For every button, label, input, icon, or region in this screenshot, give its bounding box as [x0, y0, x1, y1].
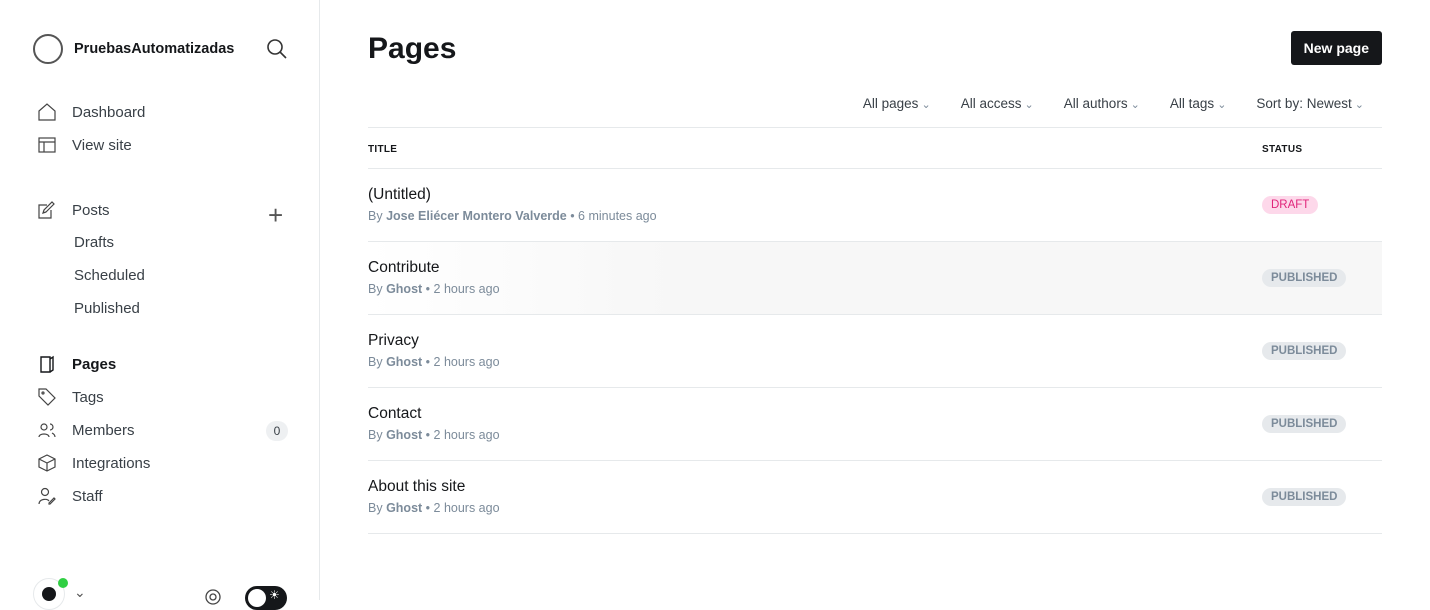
column-title: TITLE: [368, 144, 398, 155]
nav-label: Staff: [72, 487, 103, 505]
page-title-text[interactable]: Privacy: [368, 332, 419, 350]
table-row[interactable]: About this site By Ghost • 2 hours ago P…: [368, 461, 1382, 534]
site-logo-icon: [33, 34, 63, 64]
status-badge: DRAFT: [1262, 196, 1319, 214]
status-badge: PUBLISHED: [1262, 415, 1347, 433]
page-title-text[interactable]: About this site: [368, 478, 465, 496]
nav-label: View site: [72, 136, 132, 154]
page-icon: [40, 355, 54, 373]
timestamp: • 2 hours ago: [425, 501, 500, 515]
nav-tags[interactable]: Tags: [38, 388, 104, 406]
by-label: By: [368, 355, 383, 369]
nav-dashboard[interactable]: Dashboard: [38, 103, 145, 121]
new-page-button[interactable]: New page: [1290, 31, 1382, 65]
nav-label: Posts: [72, 201, 110, 219]
table-row[interactable]: Contribute By Ghost • 2 hours ago PUBLIS…: [368, 242, 1382, 315]
table-header: TITLE STATUS: [368, 127, 1382, 169]
table-row[interactable]: Privacy By Ghost • 2 hours ago PUBLISHED: [368, 315, 1382, 388]
author-name: Jose Eliécer Montero Valverde: [386, 209, 567, 223]
nav-label: Dashboard: [72, 103, 146, 121]
nav-label: Members: [72, 421, 135, 439]
page-meta: By Ghost • 2 hours ago: [368, 282, 500, 296]
gear-icon[interactable]: [202, 586, 224, 608]
nav-drafts[interactable]: Drafts: [74, 234, 114, 251]
page-title: Pages: [368, 32, 457, 65]
nav-label: Integrations: [72, 454, 151, 472]
page-meta: By Jose Eliécer Montero Valverde • 6 min…: [368, 209, 657, 223]
chevron-down-icon[interactable]: ⌄: [74, 584, 86, 601]
edit-icon: [38, 201, 55, 219]
filter-access[interactable]: All access: [961, 96, 1034, 111]
page-title-text[interactable]: Contact: [368, 405, 421, 423]
by-label: By: [368, 501, 383, 515]
by-label: By: [368, 282, 383, 296]
page-meta: By Ghost • 2 hours ago: [368, 501, 500, 515]
staff-icon: [38, 487, 56, 505]
author-name: Ghost: [386, 282, 423, 296]
new-post-plus-icon[interactable]: +: [268, 200, 283, 231]
timestamp: • 6 minutes ago: [570, 209, 657, 223]
home-icon: [38, 103, 56, 121]
table-row[interactable]: (Untitled) By Jose Eliécer Montero Valve…: [368, 169, 1382, 242]
nav-view-site[interactable]: View site: [38, 136, 132, 154]
layout-icon: [38, 137, 56, 153]
sort-order[interactable]: Sort by: Newest: [1256, 96, 1364, 111]
members-icon: [38, 423, 56, 438]
box-icon: [38, 454, 56, 472]
table-row[interactable]: Contact By Ghost • 2 hours ago PUBLISHED: [368, 388, 1382, 461]
column-status: STATUS: [1262, 144, 1303, 155]
author-name: Ghost: [386, 501, 423, 515]
online-status-dot: [58, 578, 68, 588]
nav-scheduled[interactable]: Scheduled: [74, 267, 145, 284]
nav-label: Tags: [72, 388, 104, 406]
filter-type[interactable]: All pages: [863, 96, 931, 111]
by-label: By: [368, 428, 383, 442]
toggle-knob: [248, 589, 266, 607]
timestamp: • 2 hours ago: [425, 282, 500, 296]
status-badge: PUBLISHED: [1262, 269, 1347, 287]
status-badge: PUBLISHED: [1262, 488, 1347, 506]
filter-authors[interactable]: All authors: [1064, 96, 1140, 111]
page-title-text[interactable]: (Untitled): [368, 186, 431, 204]
nav-integrations[interactable]: Integrations: [38, 454, 150, 472]
search-icon[interactable]: [266, 38, 288, 60]
site-name: PruebasAutomatizadas: [74, 41, 235, 57]
status-badge: PUBLISHED: [1262, 342, 1347, 360]
sidebar: PruebasAutomatizadas Dashboard View site…: [0, 0, 320, 610]
page-title-text[interactable]: Contribute: [368, 259, 440, 277]
page-meta: By Ghost • 2 hours ago: [368, 428, 500, 442]
filters-bar: All pages All access All authors All tag…: [863, 96, 1364, 111]
nav-label: Pages: [72, 355, 117, 373]
site-brand[interactable]: PruebasAutomatizadas: [33, 34, 234, 64]
theme-toggle[interactable]: ☀: [245, 586, 287, 610]
timestamp: • 2 hours ago: [425, 428, 500, 442]
author-name: Ghost: [386, 355, 423, 369]
nav-pages[interactable]: Pages: [38, 355, 116, 373]
nav-posts[interactable]: Posts: [38, 201, 110, 219]
tag-icon: [38, 388, 56, 406]
timestamp: • 2 hours ago: [425, 355, 500, 369]
members-count-badge: 0: [266, 421, 288, 441]
nav-published[interactable]: Published: [74, 300, 140, 317]
by-label: By: [368, 209, 383, 223]
nav-staff[interactable]: Staff: [38, 487, 103, 505]
filter-tags[interactable]: All tags: [1170, 96, 1227, 111]
author-name: Ghost: [386, 428, 423, 442]
nav-members[interactable]: Members: [38, 421, 135, 439]
page-meta: By Ghost • 2 hours ago: [368, 355, 500, 369]
